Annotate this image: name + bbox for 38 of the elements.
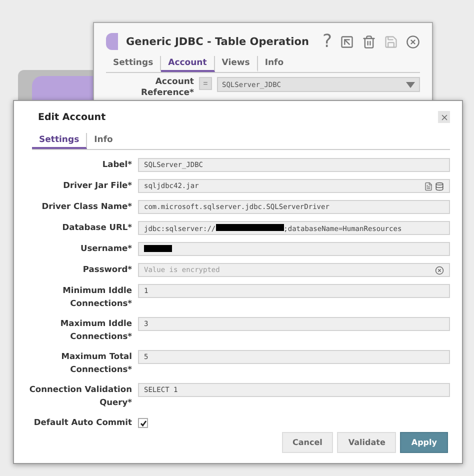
field-label: Minimum Iddle Connections* — [62, 284, 132, 310]
field-label: Password* — [82, 263, 132, 276]
dialog-button[interactable]: Validate — [337, 432, 396, 453]
close-icon[interactable] — [406, 34, 420, 48]
window-title: Generic JDBC - Table Operation — [126, 36, 310, 48]
tab[interactable]: Account — [161, 56, 215, 72]
field-label: Label* — [101, 158, 132, 171]
snap-icon — [106, 33, 118, 50]
field-label: Driver Jar File* — [62, 179, 132, 192]
field-label: Connection Validation Query* — [28, 383, 132, 409]
field-label: Account Reference* — [140, 77, 194, 100]
help-button[interactable]: ? — [322, 31, 332, 52]
clear-icon[interactable] — [435, 266, 444, 274]
caret-icon — [406, 82, 415, 88]
database-icon[interactable] — [435, 182, 444, 190]
redaction-bar — [216, 224, 284, 230]
expand-icon[interactable] — [340, 34, 354, 48]
tab[interactable]: Info — [87, 133, 120, 149]
delete-icon[interactable] — [362, 34, 376, 48]
tab[interactable]: Settings — [32, 133, 88, 149]
redaction-bar — [144, 244, 172, 252]
apply-button[interactable]: Apply — [400, 432, 448, 453]
tab[interactable]: Info — [258, 56, 291, 72]
field-label: Maximum Iddle Connections* — [59, 317, 132, 343]
field-label: Driver Class Name* — [40, 200, 132, 213]
check-icon — [140, 420, 146, 426]
expression-toggle[interactable]: = — [199, 77, 212, 90]
dialog-button[interactable]: Cancel — [282, 432, 334, 453]
tab[interactable]: Views — [214, 56, 258, 72]
dialog-title: Edit Account — [38, 112, 106, 122]
tab[interactable]: Settings — [106, 56, 162, 72]
field-label: Username* — [79, 242, 132, 255]
document-icon[interactable] — [424, 182, 433, 190]
checkbox[interactable] — [138, 418, 148, 428]
field-label: Maximum Total Connections* — [60, 350, 132, 376]
text-field[interactable] — [138, 242, 450, 256]
field-label: Database URL* — [61, 221, 132, 234]
field-label: Default Auto Commit — [32, 416, 132, 429]
